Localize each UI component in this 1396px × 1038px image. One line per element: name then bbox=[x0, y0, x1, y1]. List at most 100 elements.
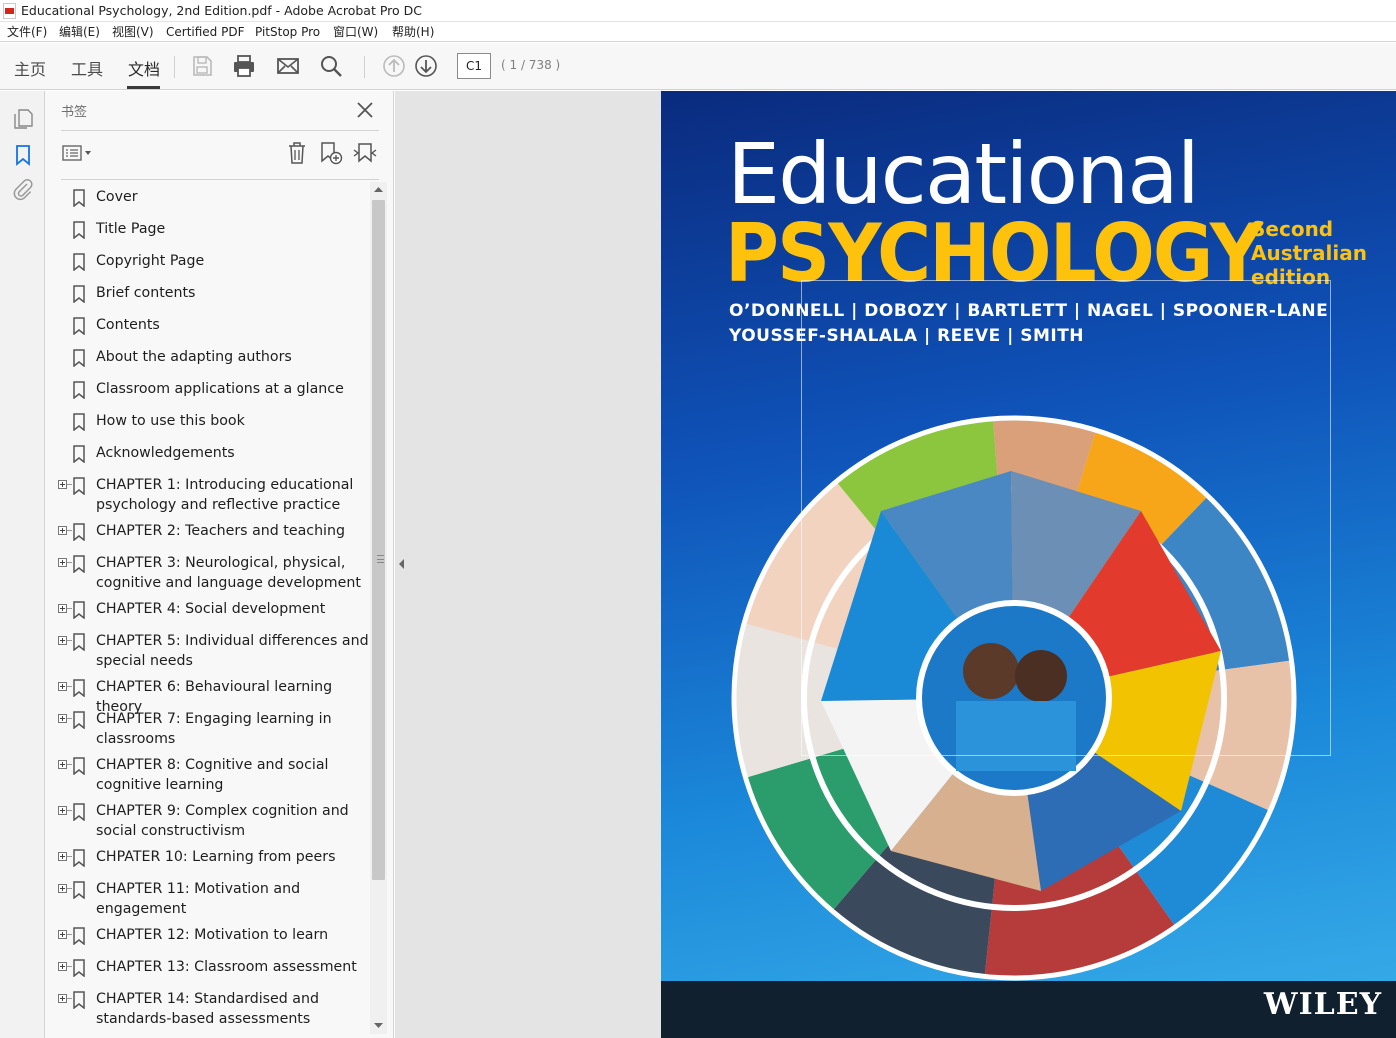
bookmark-icon bbox=[73, 757, 85, 775]
expand-icon[interactable] bbox=[58, 806, 67, 815]
expand-icon[interactable] bbox=[58, 930, 67, 939]
save-icon[interactable] bbox=[189, 53, 215, 79]
collapse-panel-icon[interactable] bbox=[398, 556, 406, 572]
bookmark-label: CHAPTER 3: Neurological, physical, cogni… bbox=[96, 555, 361, 591]
expand-icon[interactable] bbox=[58, 480, 67, 489]
cover-edition: Second Australian edition bbox=[1251, 217, 1367, 289]
bookmark-label: Brief contents bbox=[96, 285, 196, 301]
bookmark-label: About the adapting authors bbox=[96, 349, 292, 365]
bookmark-label: CHAPTER 7: Engaging learning in classroo… bbox=[96, 711, 332, 747]
bookmarks-scrollbar[interactable] bbox=[370, 182, 387, 1034]
tab-tools[interactable]: 工具 bbox=[71, 56, 103, 80]
bookmark-icon bbox=[73, 523, 85, 541]
menu-help[interactable]: 帮助(H) bbox=[392, 22, 434, 42]
close-icon[interactable] bbox=[355, 100, 375, 120]
bookmark-from-structure-icon[interactable] bbox=[352, 141, 378, 165]
bookmarks-panel: 书签 Cover Title Page Copyright Page Brief co… bbox=[45, 91, 394, 1038]
delete-bookmark-icon[interactable] bbox=[286, 141, 308, 165]
expand-icon[interactable] bbox=[58, 558, 67, 567]
menu-pitstop-pro[interactable]: PitStop Pro bbox=[255, 22, 320, 42]
pdf-file-icon bbox=[3, 3, 16, 19]
bookmark-icon bbox=[73, 381, 85, 399]
bookmark-label: Title Page bbox=[96, 221, 166, 237]
bookmark-icon bbox=[73, 633, 85, 651]
options-menu-icon[interactable] bbox=[62, 143, 94, 163]
bookmark-icon bbox=[73, 285, 85, 303]
bookmark-icon bbox=[73, 927, 85, 945]
page-thumbnails-icon[interactable] bbox=[11, 107, 35, 131]
bookmark-label: CHAPTER 8: Cognitive and social cognitiv… bbox=[96, 757, 329, 793]
bookmark-label: Cover bbox=[96, 189, 138, 205]
cover-authors-line-1: O’DONNELL | DOBOZY | BARTLETT | NAGEL | … bbox=[729, 301, 1329, 321]
page-number-input[interactable]: C1 bbox=[457, 53, 491, 79]
navigation-rail bbox=[0, 91, 45, 1038]
bookmark-label: CHAPTER 9: Complex cognition and social … bbox=[96, 803, 349, 839]
edition-line: Second bbox=[1251, 217, 1334, 241]
main-toolbar: 主页 工具 文档 C1 ( 1 / 738 ) bbox=[0, 43, 1396, 90]
pdf-page: Educational PSYCHOLOGY Second Australian… bbox=[661, 91, 1396, 1038]
page-count: ( 1 / 738 ) bbox=[501, 58, 561, 72]
bookmark-toolbar bbox=[45, 135, 394, 171]
bookmark-label: Classroom applications at a glance bbox=[96, 381, 344, 397]
search-icon[interactable] bbox=[318, 53, 344, 79]
tab-document[interactable]: 文档 bbox=[128, 56, 160, 80]
scroll-up-arrow-icon[interactable] bbox=[374, 186, 383, 192]
publisher-logo: WILEY bbox=[1263, 987, 1382, 1022]
bookmark-label: CHAPTER 4: Social development bbox=[96, 601, 326, 617]
expand-icon[interactable] bbox=[58, 994, 67, 1003]
bookmark-icon bbox=[73, 477, 85, 495]
expand-icon[interactable] bbox=[58, 962, 67, 971]
expand-icon[interactable] bbox=[58, 682, 67, 691]
email-icon[interactable] bbox=[275, 53, 301, 79]
divider bbox=[61, 130, 379, 131]
edition-line: edition bbox=[1251, 265, 1331, 289]
bookmark-label: CHAPTER 12: Motivation to learn bbox=[96, 927, 329, 943]
expand-icon[interactable] bbox=[58, 852, 67, 861]
page-up-icon[interactable] bbox=[381, 53, 407, 79]
bookmark-label: CHPATER 10: Learning from peers bbox=[96, 849, 336, 865]
bookmark-icon bbox=[73, 317, 85, 335]
expand-icon[interactable] bbox=[58, 636, 67, 645]
bookmark-label: Copyright Page bbox=[96, 253, 205, 269]
menu-file[interactable]: 文件(F) bbox=[7, 22, 47, 42]
bookmarks-icon[interactable] bbox=[11, 143, 35, 167]
attachments-icon[interactable] bbox=[11, 178, 35, 202]
bookmark-icon bbox=[73, 413, 85, 431]
print-icon[interactable] bbox=[231, 53, 257, 79]
menu-window[interactable]: 窗口(W) bbox=[333, 22, 378, 42]
menu-view[interactable]: 视图(V) bbox=[112, 22, 154, 42]
bookmark-label: CHAPTER 11: Motivation and engagement bbox=[96, 881, 301, 917]
menu-certified-pdf[interactable]: Certified PDF bbox=[166, 22, 245, 42]
menu-edit[interactable]: 编辑(E) bbox=[59, 22, 100, 42]
bookmark-label: CHAPTER 14: Standardised and standards-b… bbox=[96, 991, 319, 1027]
bookmark-tree: Cover Title Page Copyright Page Brief conte… bbox=[53, 183, 371, 1038]
scroll-down-arrow-icon[interactable] bbox=[374, 1023, 383, 1029]
cover-footer-band: WILEY bbox=[661, 981, 1396, 1038]
cover-authors-line-2: YOUSSEF-SHALALA | REEVE | SMITH bbox=[729, 326, 1085, 346]
bookmark-label: CHAPTER 13: Classroom assessment bbox=[96, 959, 357, 975]
page-down-icon[interactable] bbox=[413, 53, 439, 79]
divider bbox=[61, 179, 379, 180]
expand-icon[interactable] bbox=[58, 884, 67, 893]
title-bar: Educational Psychology, 2nd Edition.pdf … bbox=[0, 0, 1396, 22]
bookmark-icon bbox=[73, 601, 85, 619]
active-tab-indicator bbox=[127, 86, 160, 89]
bookmark-icon bbox=[73, 959, 85, 977]
window-title: Educational Psychology, 2nd Edition.pdf … bbox=[21, 3, 422, 18]
bookmark-label: How to use this book bbox=[96, 413, 245, 429]
bookmark-icon bbox=[73, 189, 85, 207]
tab-home[interactable]: 主页 bbox=[14, 56, 46, 80]
expand-icon[interactable] bbox=[58, 714, 67, 723]
bookmark-label: Acknowledgements bbox=[96, 445, 235, 461]
scrollbar-thumb[interactable] bbox=[372, 200, 385, 880]
toolbar-separator bbox=[174, 56, 175, 78]
new-bookmark-icon[interactable] bbox=[319, 141, 343, 165]
expand-icon[interactable] bbox=[58, 526, 67, 535]
cover-subtitle: PSYCHOLOGY bbox=[725, 207, 1263, 300]
panel-title: 书签 bbox=[61, 105, 88, 120]
expand-icon[interactable] bbox=[58, 760, 67, 769]
expand-icon[interactable] bbox=[58, 604, 67, 613]
bookmark-label: Contents bbox=[96, 317, 160, 333]
bookmark-icon bbox=[73, 679, 85, 697]
bookmark-icon bbox=[73, 991, 85, 1009]
